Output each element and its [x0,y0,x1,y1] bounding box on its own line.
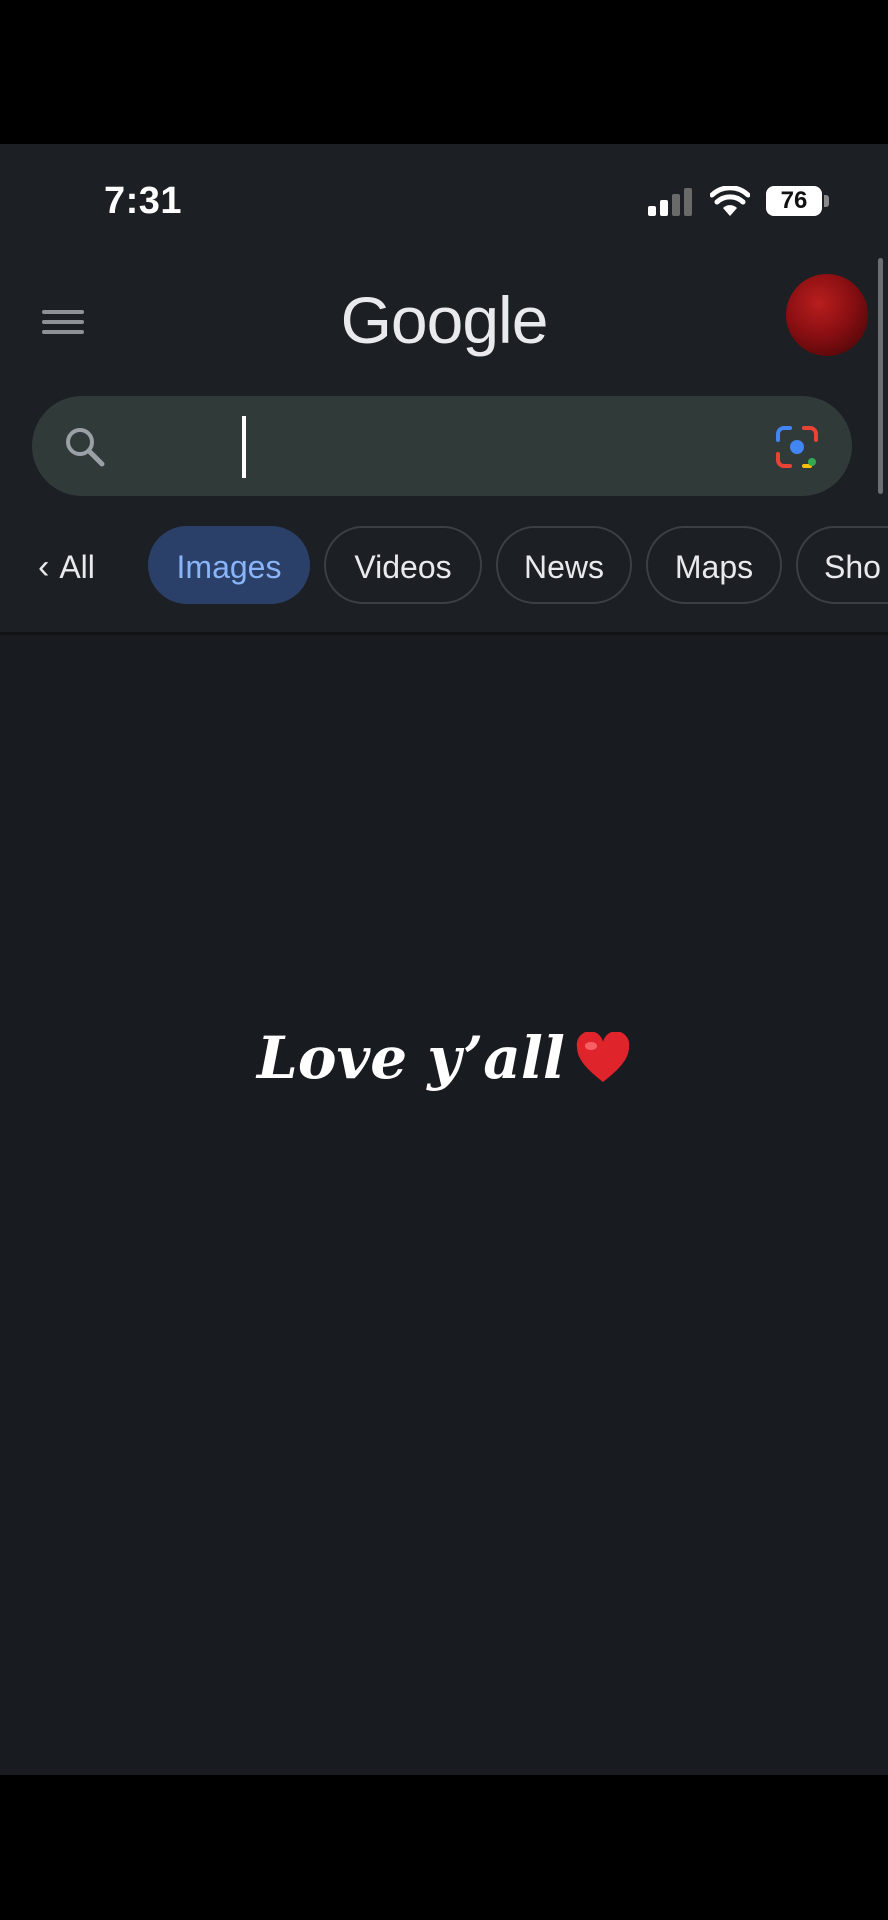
google-lens-icon[interactable] [774,424,820,470]
battery-nub [824,195,829,207]
scrollbar[interactable] [878,258,883,494]
heart-icon [576,1032,630,1082]
letterbox-bottom [0,1775,888,1920]
cellular-signal-icon [648,188,696,216]
wifi-icon [710,186,750,216]
caption-text: Love y’all [257,1024,565,1092]
header-divider [0,632,888,635]
chevron-left-icon: ‹ [38,548,50,586]
search-input[interactable] [32,396,852,496]
search-filter-chips: ‹ All Images Videos News Maps Sho [0,526,888,608]
text-cursor [242,416,246,478]
chip-maps[interactable]: Maps [646,526,782,604]
search-icon [66,428,105,467]
back-to-all-button[interactable]: ‹ All [38,526,95,608]
overlay-caption: Love y’all [0,1024,888,1092]
chip-news[interactable]: News [496,526,632,604]
chip-shopping[interactable]: Sho [796,526,888,604]
status-time: 7:31 [104,180,183,222]
phone-screen: 7:31 76 Google ‹ All Images Videos News … [0,144,888,1775]
battery-indicator: 76 [766,186,822,216]
google-logo[interactable]: Google [0,282,888,358]
profile-avatar[interactable] [786,274,868,356]
letterbox-top [0,0,888,144]
chip-videos[interactable]: Videos [324,526,482,604]
back-to-all-label: All [59,549,95,585]
chip-images[interactable]: Images [148,526,310,604]
